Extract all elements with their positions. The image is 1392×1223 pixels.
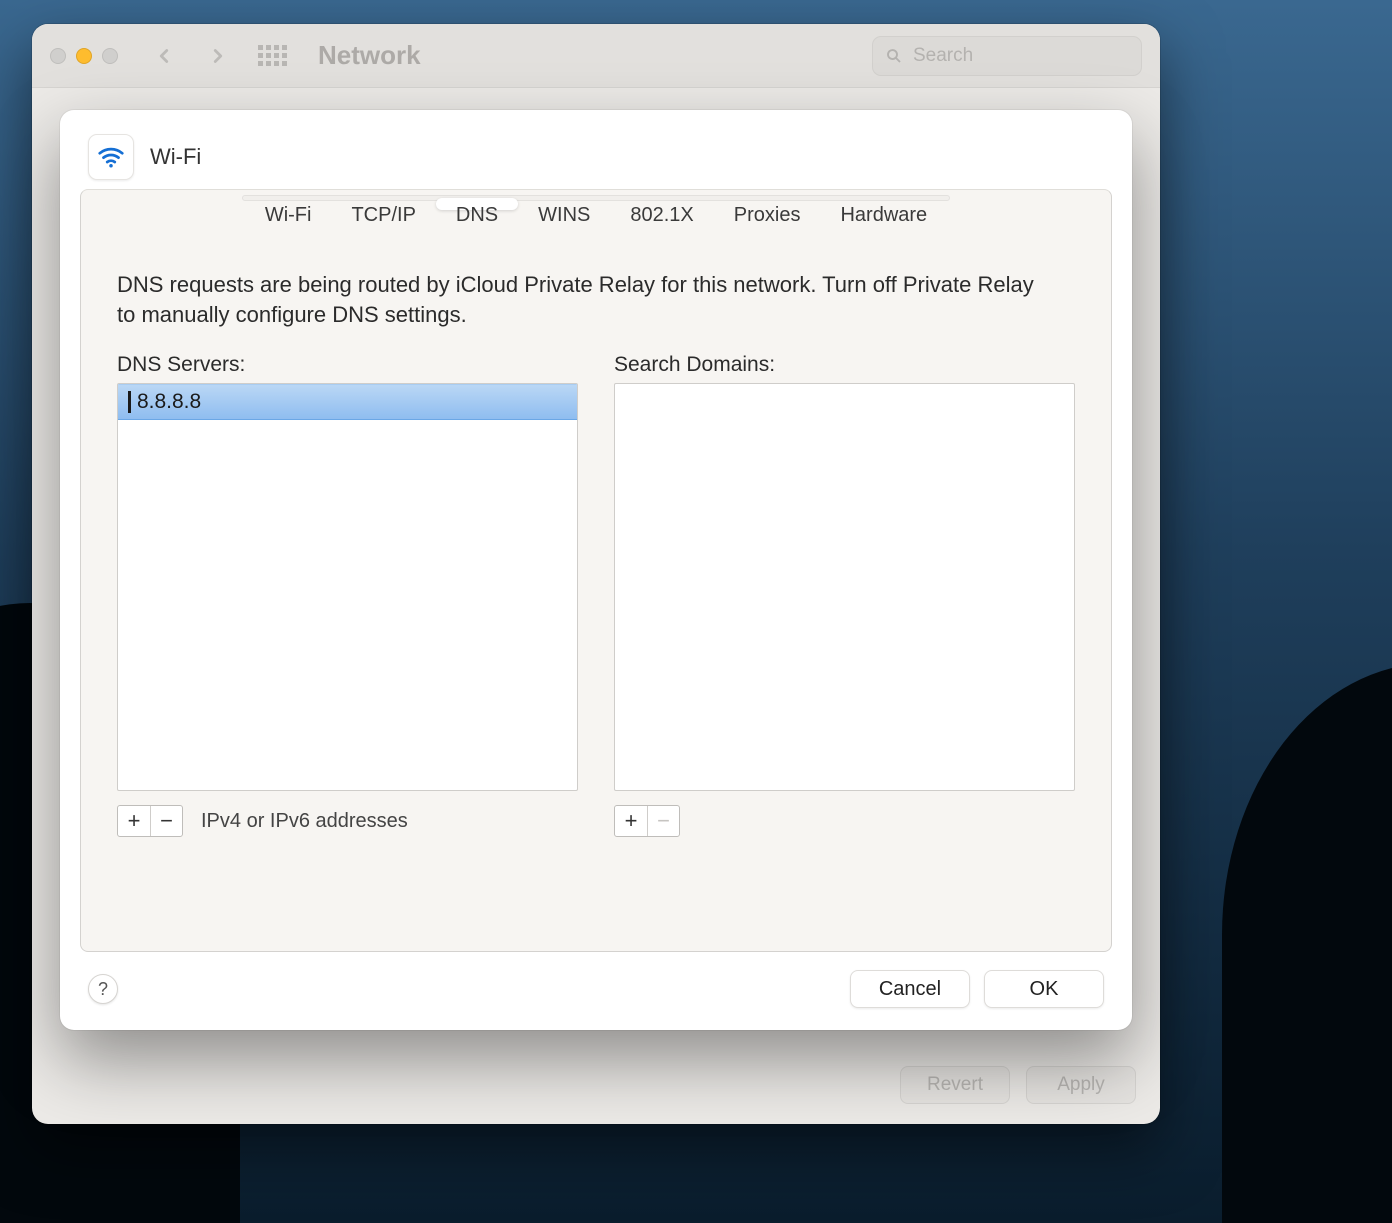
minimize-window-button[interactable] [76, 48, 92, 64]
remove-dns-server-button[interactable]: − [150, 806, 182, 836]
search-domains-label: Search Domains: [614, 353, 1075, 377]
tab-tcpip[interactable]: TCP/IP [331, 198, 435, 210]
interface-name: Wi-Fi [150, 144, 201, 170]
grid-icon [258, 45, 287, 66]
dns-add-remove-group: + − [117, 805, 183, 837]
dns-server-input[interactable] [135, 389, 567, 415]
minus-icon: − [657, 810, 670, 832]
cancel-button[interactable]: Cancel [850, 970, 970, 1008]
titlebar: Network Search [32, 24, 1160, 88]
minus-icon: − [160, 810, 173, 832]
forward-button[interactable] [196, 36, 240, 76]
private-relay-notice: DNS requests are being routed by iCloud … [117, 270, 1057, 329]
tab-wins[interactable]: WINS [518, 198, 610, 210]
back-button[interactable] [142, 36, 186, 76]
plus-icon: + [128, 810, 141, 832]
dns-address-hint: IPv4 or IPv6 addresses [201, 810, 408, 833]
settings-tabbar: Wi-Fi TCP/IP DNS WINS 802.1X Proxies Har… [242, 195, 950, 201]
dns-servers-list[interactable] [117, 383, 578, 791]
apply-button[interactable]: Apply [1026, 1066, 1136, 1104]
remove-search-domain-button: − [647, 806, 679, 836]
tab-dns[interactable]: DNS [436, 198, 518, 210]
window-title: Network [318, 40, 421, 71]
sheet-footer: ? Cancel OK [60, 952, 1132, 1030]
tab-proxies[interactable]: Proxies [714, 198, 821, 210]
add-dns-server-button[interactable]: + [118, 806, 150, 836]
advanced-settings-sheet: Wi-Fi Wi-Fi TCP/IP DNS WINS 802.1X Proxi… [60, 110, 1132, 1030]
search-field[interactable]: Search [872, 36, 1142, 76]
desktop-background: Network Search Revert Apply Wi-Fi [0, 0, 1392, 1223]
search-icon [885, 47, 903, 65]
text-caret [128, 391, 131, 413]
tab-hardware[interactable]: Hardware [820, 198, 947, 210]
revert-button[interactable]: Revert [900, 1066, 1010, 1104]
window-footer: Revert Apply [900, 1066, 1136, 1104]
show-all-prefs-button[interactable] [250, 36, 294, 76]
add-search-domain-button[interactable]: + [615, 806, 647, 836]
tab-wifi[interactable]: Wi-Fi [245, 198, 332, 210]
plus-icon: + [625, 810, 638, 832]
sheet-header: Wi-Fi [60, 134, 1132, 190]
help-button[interactable]: ? [88, 974, 118, 1004]
search-domains-add-remove-group: + − [614, 805, 680, 837]
tab-8021x[interactable]: 802.1X [610, 198, 713, 210]
dns-servers-label: DNS Servers: [117, 353, 578, 377]
zoom-window-button[interactable] [102, 48, 118, 64]
search-placeholder: Search [913, 45, 973, 67]
wifi-icon [88, 134, 134, 180]
ok-button[interactable]: OK [984, 970, 1104, 1008]
search-domains-list[interactable] [614, 383, 1075, 791]
window-controls [50, 48, 118, 64]
dns-tab-panel: DNS requests are being routed by iCloud … [80, 189, 1112, 952]
close-window-button[interactable] [50, 48, 66, 64]
dns-server-row[interactable] [118, 384, 577, 420]
